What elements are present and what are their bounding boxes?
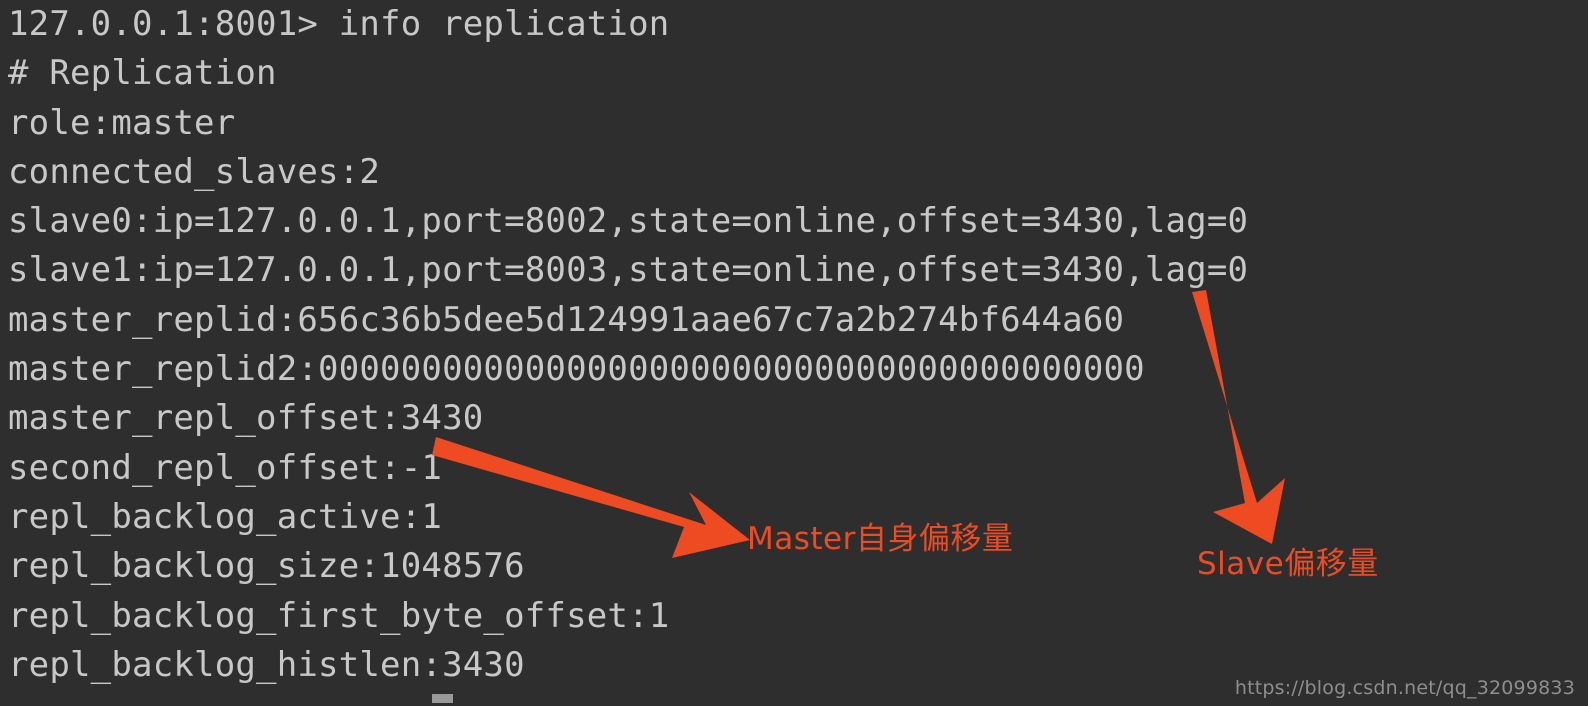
terminal-line-master-replid: master_replid:656c36b5dee5d124991aae67c7… xyxy=(8,299,1125,340)
master-offset-annotation-label: Master自身偏移量 xyxy=(747,521,1014,557)
terminal-line-repl-backlog-first: repl_backlog_first_byte_offset:1 xyxy=(8,595,670,636)
terminal-line-master-replid2: master_replid2:0000000000000000000000000… xyxy=(8,349,1145,390)
watermark: https://blog.csdn.net/qq_32099833 xyxy=(1234,677,1575,699)
terminal-line-role: role:master xyxy=(8,102,236,143)
terminal-line-master-repl-offset: master_repl_offset:3430 xyxy=(8,398,484,439)
terminal-output: 127.0.0.1:8001> info replication # Repli… xyxy=(0,0,1588,706)
terminal-line-connected-slaves: connected_slaves:2 xyxy=(8,151,381,192)
terminal-line-prompt-command: 127.0.0.1:8001> info replication xyxy=(8,4,670,44)
terminal-screenshot: 127.0.0.1:8001> info replication # Repli… xyxy=(0,0,1588,706)
slave-offset-annotation-label: Slave偏移量 xyxy=(1197,546,1379,582)
terminal-line-slave0: slave0:ip=127.0.0.1,port=8002,state=onli… xyxy=(8,201,1249,242)
terminal-cursor xyxy=(432,694,453,703)
terminal-line-second-repl-offset: second_repl_offset:-1 xyxy=(8,447,443,488)
terminal-line-slave1: slave1:ip=127.0.0.1,port=8003,state=onli… xyxy=(8,250,1249,291)
terminal-line-section-header: # Replication xyxy=(8,53,277,94)
